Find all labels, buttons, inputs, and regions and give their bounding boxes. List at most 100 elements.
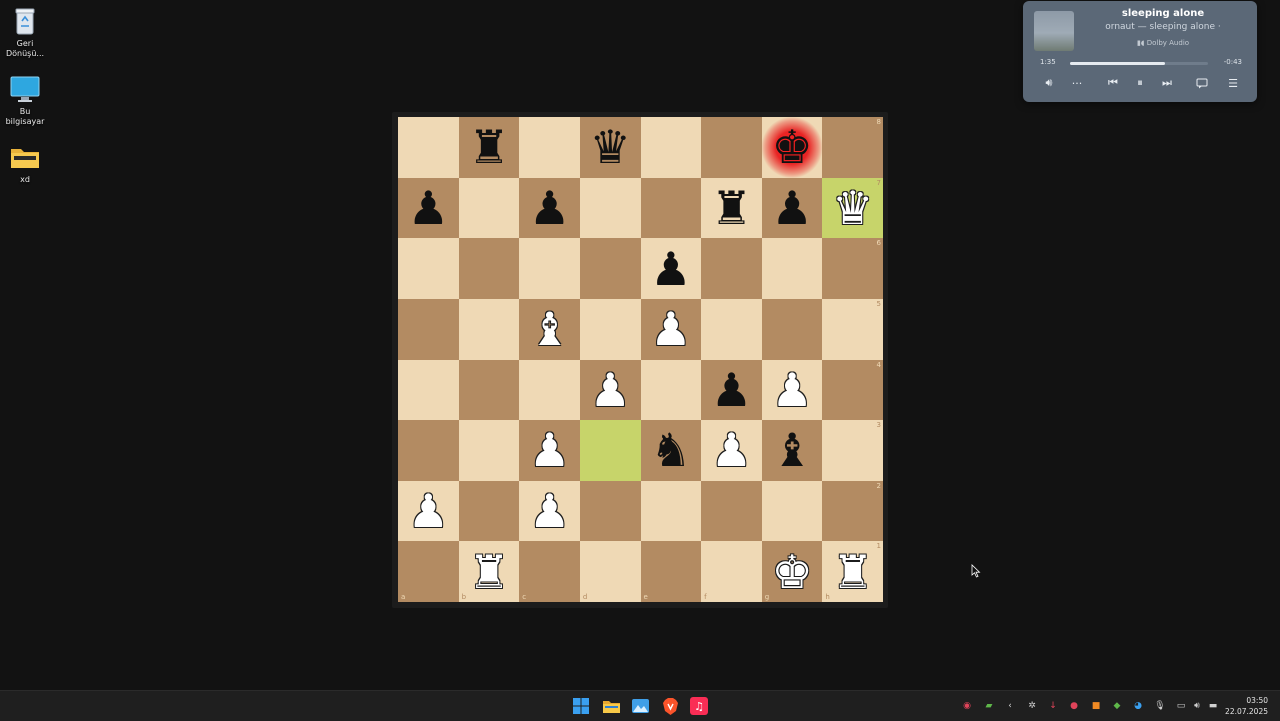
desktop-icon-this-pc[interactable]: Bu bilgisayar xyxy=(0,74,50,127)
tray-app-3-icon[interactable]: ✲ xyxy=(1026,700,1038,712)
square-e1[interactable]: e xyxy=(640,541,702,602)
square-a3[interactable] xyxy=(398,420,459,481)
start-icon[interactable] xyxy=(572,697,590,715)
square-h6[interactable]: 6 xyxy=(822,238,883,299)
square-g7[interactable]: ♟ xyxy=(761,177,823,239)
square-d1[interactable]: d xyxy=(579,541,641,602)
square-h8[interactable]: 8 xyxy=(822,117,883,178)
network-icon[interactable]: ▭ xyxy=(1175,700,1187,712)
square-f3[interactable]: ♟ xyxy=(701,420,762,481)
square-e7[interactable] xyxy=(640,177,702,239)
black-rook-icon[interactable]: ♜ xyxy=(711,185,752,231)
square-a4[interactable] xyxy=(398,359,459,421)
seek-bar[interactable] xyxy=(1070,62,1208,65)
white-bishop-icon[interactable]: ♝ xyxy=(529,306,570,352)
square-h1[interactable]: 1 h ♜ xyxy=(822,541,883,602)
square-e3[interactable]: ♞ xyxy=(640,420,702,481)
square-h4[interactable]: 4 xyxy=(822,359,883,421)
square-c6[interactable] xyxy=(519,238,580,299)
square-c4[interactable] xyxy=(519,359,580,421)
square-e4[interactable] xyxy=(640,359,702,421)
black-king-icon[interactable]: ♚ xyxy=(771,124,812,170)
square-c1[interactable]: c xyxy=(519,541,580,602)
lyrics-icon[interactable] xyxy=(1192,74,1212,92)
next-icon[interactable]: ⏭︎ xyxy=(1157,74,1177,92)
square-d6[interactable] xyxy=(579,238,641,299)
square-f2[interactable] xyxy=(701,480,762,542)
chess-board[interactable]: ♜ ♛ ♚ 8 ♟ ♟ ♜ ♟ 7 ♛ ♟ 6 ♝ ♟ 5 ♟ ♟ ♟ 4 ♟ ♞ ♟ ♝ 3 ♟ ♟ 2 a b ♜ c d e f g ♚ 1 h ♜ xyxy=(398,117,883,602)
tray-app-4-icon[interactable]: ↓ xyxy=(1047,700,1059,712)
square-f1[interactable]: f xyxy=(701,541,762,602)
square-d8[interactable]: ♛ xyxy=(579,117,641,178)
square-f7[interactable]: ♜ xyxy=(701,177,762,239)
square-e8[interactable] xyxy=(640,117,702,178)
file-explorer-icon[interactable] xyxy=(602,697,620,715)
square-b2[interactable] xyxy=(458,480,520,542)
white-rook-icon[interactable]: ♜ xyxy=(468,549,509,595)
white-queen-icon[interactable]: ♛ xyxy=(832,185,873,231)
square-d2[interactable] xyxy=(579,480,641,542)
square-f6[interactable] xyxy=(701,238,762,299)
square-d4[interactable]: ♟ xyxy=(579,359,641,421)
tray-app-1-icon[interactable]: ◉ xyxy=(961,700,973,712)
white-rook-icon[interactable]: ♜ xyxy=(832,549,873,595)
square-b7[interactable] xyxy=(458,177,520,239)
square-b1[interactable]: b ♜ xyxy=(458,541,520,602)
square-d5[interactable] xyxy=(579,298,641,360)
previous-icon[interactable]: ⏮︎ xyxy=(1103,74,1123,92)
square-a6[interactable] xyxy=(398,238,459,299)
photos-icon[interactable] xyxy=(631,697,649,715)
white-pawn-icon[interactable]: ♟ xyxy=(771,367,812,413)
desktop-icon-recycle-bin[interactable]: Geri Dönüşü... xyxy=(4,6,46,59)
black-queen-icon[interactable]: ♛ xyxy=(590,124,631,170)
more-icon[interactable]: ··· xyxy=(1067,74,1087,92)
square-b6[interactable] xyxy=(458,238,520,299)
black-pawn-icon[interactable]: ♟ xyxy=(529,185,570,231)
square-e5[interactable]: ♟ xyxy=(640,298,702,360)
square-h2[interactable]: 2 xyxy=(822,480,883,542)
black-bishop-icon[interactable]: ♝ xyxy=(771,427,812,473)
square-a5[interactable] xyxy=(398,298,459,360)
media-flyout[interactable]: sleeping alone ornaut — sleeping alone ·… xyxy=(1023,1,1257,102)
square-h5[interactable]: 5 xyxy=(822,298,883,360)
microphone-icon[interactable]: 🎙︎ xyxy=(1154,700,1166,712)
square-a2[interactable]: ♟ xyxy=(398,480,459,542)
square-g4[interactable]: ♟ xyxy=(761,359,823,421)
black-pawn-icon[interactable]: ♟ xyxy=(771,185,812,231)
tray-chevron-icon[interactable]: ‹ xyxy=(1004,700,1016,712)
white-pawn-icon[interactable]: ♟ xyxy=(650,306,691,352)
taskbar-clock[interactable]: 03:50 22.07.2025 xyxy=(1225,695,1268,717)
square-b3[interactable] xyxy=(458,420,520,481)
black-pawn-icon[interactable]: ♟ xyxy=(408,185,449,231)
black-pawn-icon[interactable]: ♟ xyxy=(650,246,691,292)
black-rook-icon[interactable]: ♜ xyxy=(468,124,509,170)
speaker-icon[interactable]: 🔊︎ xyxy=(1191,700,1203,712)
square-e2[interactable] xyxy=(640,480,702,542)
square-c5[interactable]: ♝ xyxy=(519,298,580,360)
square-h7[interactable]: 7 ♛ xyxy=(822,177,883,239)
brave-browser-icon[interactable] xyxy=(661,697,679,715)
square-g2[interactable] xyxy=(761,480,823,542)
square-g8[interactable]: ♚ xyxy=(761,117,823,178)
square-d3[interactable] xyxy=(579,420,641,481)
tray-app-2-icon[interactable]: ▰ xyxy=(983,700,995,712)
square-g3[interactable]: ♝ xyxy=(761,420,823,481)
tray-app-8-icon[interactable]: ◕ xyxy=(1132,700,1144,712)
square-e6[interactable]: ♟ xyxy=(640,238,702,299)
black-pawn-icon[interactable]: ♟ xyxy=(711,367,752,413)
square-c8[interactable] xyxy=(519,117,580,178)
tray-app-7-icon[interactable]: ◆ xyxy=(1111,700,1123,712)
square-a8[interactable] xyxy=(398,117,459,178)
square-g1[interactable]: g ♚ xyxy=(761,541,823,602)
square-h3[interactable]: 3 xyxy=(822,420,883,481)
square-c3[interactable]: ♟ xyxy=(519,420,580,481)
square-a1[interactable]: a xyxy=(398,541,459,602)
square-d7[interactable] xyxy=(579,177,641,239)
square-f5[interactable] xyxy=(701,298,762,360)
tray-app-6-icon[interactable]: ■ xyxy=(1090,700,1102,712)
white-pawn-icon[interactable]: ♟ xyxy=(711,427,752,473)
battery-icon[interactable]: ▬ xyxy=(1207,700,1219,712)
square-c7[interactable]: ♟ xyxy=(519,177,580,239)
square-g5[interactable] xyxy=(761,298,823,360)
square-f8[interactable] xyxy=(701,117,762,178)
